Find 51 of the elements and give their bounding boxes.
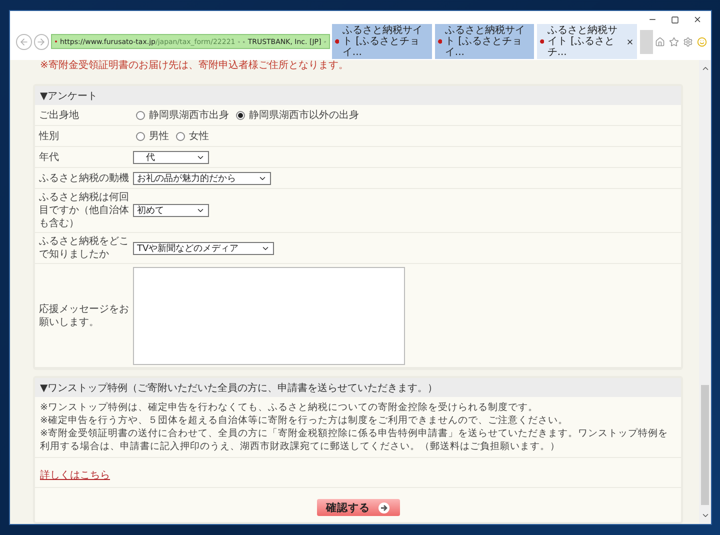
radio-button[interactable] (136, 110, 145, 120)
radio-label: 静岡県湖西市以外の出身 (249, 108, 359, 122)
dropdown[interactable]: お礼の品が魅力的だから (133, 172, 271, 184)
section-heading: ▼ワンストップ特例（ご寄附いただいた全員の方に、申請書を送らせていただきます。） (35, 378, 681, 397)
close-icon[interactable] (693, 15, 702, 24)
details-link[interactable]: 詳しくはこちら (40, 470, 110, 481)
scroll-up-icon[interactable] (700, 64, 710, 73)
field-label: 年代 (38, 150, 60, 164)
info-paragraph: ※寄附金受領証明書の送付に合わせて、全員の方に「寄附金税額控除に係る申告特例申請書」を送らせていただきます。ワンストップ特例を利用する場合は、申請書に記入押印のうえ、湖西市財政課宛てに郵送してください。（郵送料はご負担願います。） (40, 427, 669, 453)
logo-icon (335, 37, 340, 46)
info-paragraph: ※確定申告を行う方や、５団体を超える自治体等に寄附を行った方は制度をご利用できませんので、ご注意ください。 (40, 414, 569, 427)
dropdown[interactable]: 代 (133, 150, 209, 164)
radio-button[interactable] (236, 110, 245, 120)
settings-icon[interactable] (683, 36, 693, 46)
field-label: ふるさと納税をどこで知りましたか (38, 235, 130, 261)
section-heading: ▼アンケート (35, 86, 681, 105)
dropdown[interactable]: TVや新聞などのメディア (133, 242, 274, 254)
scrollbar-thumb[interactable] (701, 385, 709, 505)
scroll-down-icon[interactable] (700, 511, 710, 520)
forward-button[interactable] (34, 34, 49, 50)
smiley-icon[interactable] (697, 36, 707, 46)
field-label: ふるさと納税は何回目ですか（他自治体も含む） (38, 191, 130, 230)
scrollbar[interactable] (699, 60, 711, 524)
dropdown[interactable]: 初めて (133, 204, 209, 217)
logo-icon (438, 37, 442, 46)
logo-icon (540, 37, 544, 46)
radio-button[interactable] (176, 132, 185, 140)
arrow-icon (378, 502, 390, 514)
radio-label: 女性 (189, 130, 209, 143)
message-field[interactable] (133, 266, 405, 364)
back-button[interactable] (16, 34, 32, 50)
browser-tab[interactable]: ふるさと納税サイト [ふるさとチョイ... (434, 24, 535, 59)
close-icon[interactable] (626, 38, 634, 46)
radio-button[interactable] (136, 132, 145, 140)
arrow-left-icon (18, 36, 29, 46)
browser-tab[interactable]: ふるさと納税サイト [ふるさとチョイ... (332, 24, 432, 59)
maximize-icon[interactable] (671, 16, 679, 24)
field-label: 応援メッセージをお願いします。 (38, 302, 130, 328)
field-label: 性別 (38, 130, 60, 142)
arrow-right-icon (36, 36, 46, 46)
field-label: ご出身地 (38, 108, 80, 122)
caret-icon (196, 206, 205, 215)
favorites-icon[interactable] (669, 36, 679, 46)
field-label: ふるさと納税の動機 (38, 172, 130, 184)
home-icon[interactable] (655, 36, 665, 46)
confirm-button[interactable]: 確認する (316, 499, 400, 516)
info-paragraph: ※ワンストップ特例は、確定申告を行わなくても、ふるさと納税についての寄附金控除を受けられる制度です。 (40, 401, 539, 414)
radio-label: 静岡県湖西市出身 (149, 108, 229, 122)
radio-label: 男性 (149, 130, 169, 143)
new-tab-button[interactable] (640, 30, 653, 54)
browser-tab[interactable]: ふるさと納税サイト [ふるさとチ... (537, 24, 638, 59)
